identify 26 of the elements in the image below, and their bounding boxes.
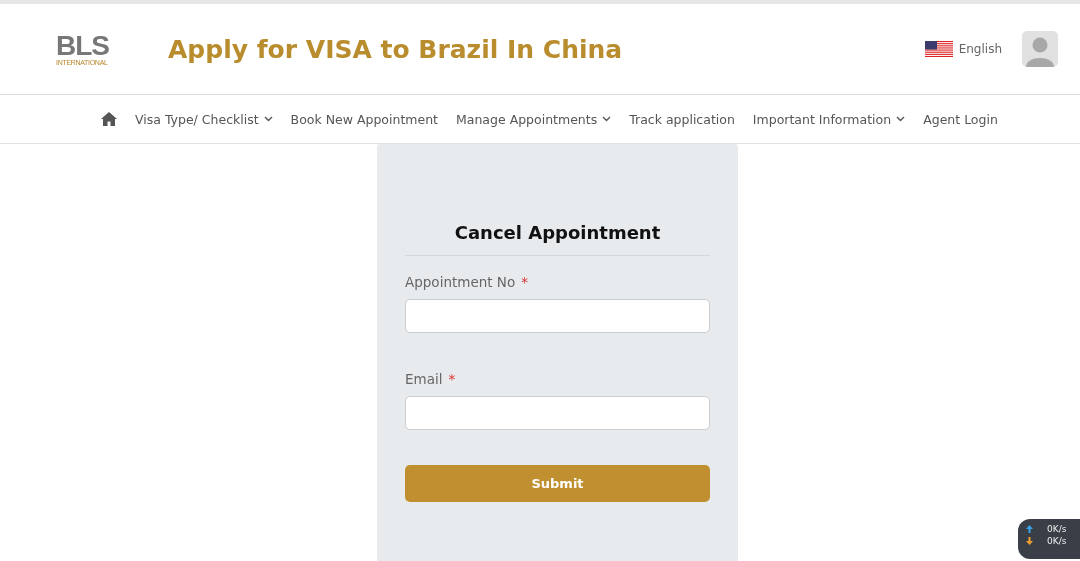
download-speed: 0K/s (1047, 536, 1067, 546)
upload-arrow-icon (1026, 525, 1033, 533)
input-field[interactable] (405, 299, 710, 333)
required-mark: * (521, 274, 528, 290)
logo-text: BLS (56, 32, 109, 59)
input-field[interactable] (405, 396, 710, 430)
chevron-down-icon (263, 116, 273, 122)
chevron-down-icon (602, 116, 612, 122)
language-selector[interactable]: English (958, 42, 1002, 56)
required-mark: * (448, 371, 456, 387)
nav-link[interactable]: Book New Appointment (290, 111, 438, 127)
nav-link[interactable]: Track application (629, 111, 735, 127)
nav-link[interactable]: Visa Type/ Checklist (135, 111, 273, 127)
chevron-down-icon (896, 116, 906, 122)
nav-link[interactable]: Agent Login (923, 111, 998, 127)
flag-icon[interactable] (924, 41, 953, 57)
field-label: Appointment No (405, 274, 516, 290)
form-title: Cancel Appointment (405, 222, 710, 256)
home-icon[interactable] (101, 112, 117, 126)
download-arrow-icon (1026, 537, 1033, 545)
nav-link[interactable]: Important Information (752, 111, 906, 127)
avatar-icon[interactable] (1022, 31, 1058, 67)
field-label: Email (405, 371, 443, 387)
nav-link[interactable]: Manage Appointments (456, 111, 612, 127)
upload-speed: 0K/s (1047, 524, 1067, 534)
page-title: Apply for VISA to Brazil In China (168, 34, 624, 64)
